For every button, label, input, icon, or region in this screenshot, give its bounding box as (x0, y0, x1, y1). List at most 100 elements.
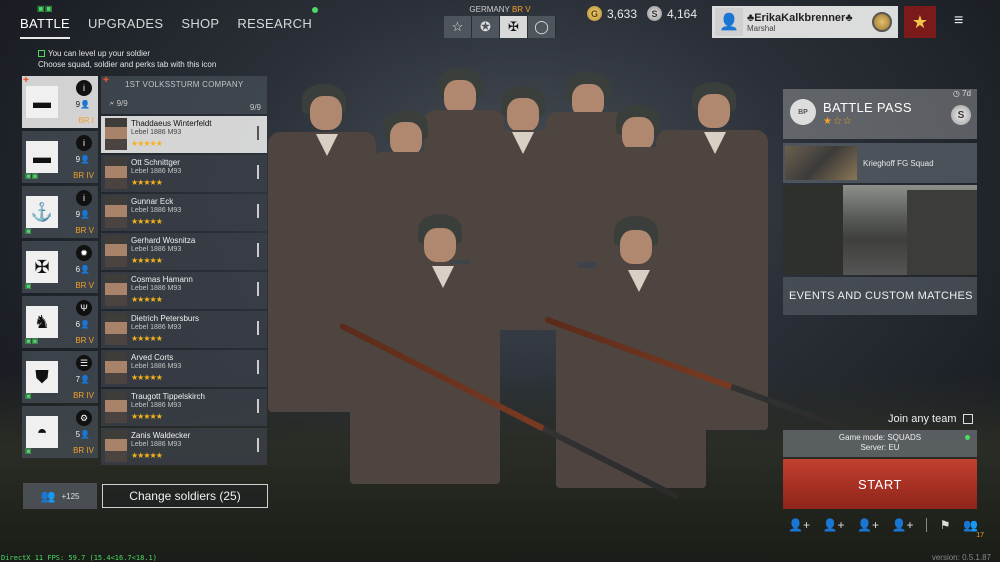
events-custom-matches-button[interactable]: EVENTS AND CUSTOM MATCHES (783, 277, 977, 315)
star-filled-icon[interactable]: ✪ (472, 16, 500, 38)
company-name: 1ST VOLKSSTURM COMPANY (125, 80, 244, 89)
game-mode-panel[interactable]: Game mode: SQUADS Server: EU (783, 430, 977, 457)
class-icon: ⚙ (76, 410, 92, 426)
squad-card[interactable]: ♞ Ψ 6👤 ▣▣ BR V (22, 296, 98, 348)
upgrade-icon: ▣▣ (25, 173, 39, 180)
reserve-button[interactable]: 👥 +125 (23, 483, 97, 509)
soldier-row[interactable]: Arved Corts Lebel 1886 M93 ★★★★★ (101, 350, 267, 387)
soldier-name: Zanis Waldecker (131, 431, 191, 440)
gold-currency[interactable]: G 3,633 (587, 6, 637, 21)
soldier-stars: ★★★★★ (131, 334, 163, 343)
soldier-weapon: Lebel 1886 M93 (131, 168, 182, 175)
tab-battle[interactable]: ▣▣ BATTLE (20, 4, 70, 39)
class-icon: i (76, 190, 92, 206)
soldier-name: Dietrich Petersburs (131, 314, 200, 323)
change-soldiers-button[interactable]: Change soldiers (25) (102, 484, 268, 508)
upgrade-square-icon (38, 50, 45, 57)
class-icon: i (76, 135, 92, 151)
battle-pass-timer: ◷ 7d (952, 89, 971, 98)
squad-count: 6👤 (75, 320, 90, 329)
silver-amount: 4,164 (667, 6, 698, 21)
soldier-portrait (105, 313, 127, 345)
soldier-row[interactable]: Traugott Tippelskirch Lebel 1886 M93 ★★★… (101, 389, 267, 426)
join-any-team[interactable]: Join any team (888, 413, 974, 425)
soldier-slot-icon (257, 165, 259, 179)
squad-card[interactable]: ⛊ ☰ 7👤 ▣ BR IV (22, 351, 98, 403)
premium-star-icon: ✚ (23, 77, 29, 84)
tab-label: UPGRADES (87, 16, 164, 31)
add-friend-icon[interactable]: 👤+ (823, 518, 845, 532)
soldier-slot-icon (257, 321, 259, 335)
soldier-row[interactable]: Zanis Waldecker Lebel 1886 M93 ★★★★★ (101, 428, 267, 465)
soldier-row[interactable]: Thaddaeus Winterfeldt Lebel 1886 M93 ★★★… (101, 116, 267, 153)
squad-card[interactable]: ◓ ⚙ 5👤 ▣ BR IV (22, 406, 98, 458)
soldier-weapon: Lebel 1886 M93 (131, 207, 182, 214)
hamburger-menu-icon[interactable]: ≡ (954, 12, 963, 30)
soldier-name: Arved Corts (131, 353, 174, 362)
soldier-portrait (105, 352, 127, 384)
upgrade-icon: ▣ (25, 283, 32, 290)
infantry-flag-icon: ▬ (26, 86, 58, 118)
tab-research[interactable]: RESEARCH (237, 7, 319, 39)
flag-icon[interactable]: ⚑ (940, 518, 951, 532)
squad-card[interactable]: ✚ ▬ i 9👤 BR I (22, 76, 98, 128)
soldier-weapon: Lebel 1886 M93 (131, 324, 182, 331)
soldier-stars: ★★★★★ (131, 217, 163, 226)
upgrade-indicator-icon: ▣▣ (36, 4, 53, 13)
debug-fps: DirectX 11 FPS: 59.7 (15.4<16.7<18.1) (1, 554, 157, 562)
battle-pass-title: BATTLE PASS (823, 100, 912, 115)
battle-pass-card[interactable]: BP BATTLE PASS ★☆☆ ◷ 7d S (783, 89, 977, 139)
squad-count: 9👤 (75, 155, 90, 164)
balkenkreuz-icon[interactable]: ✠ (500, 16, 528, 38)
soldier-slot-icon (257, 204, 259, 218)
event-card[interactable]: Krieghoff FG Squad (783, 143, 977, 183)
soldier-row[interactable]: Gunnar Eck Lebel 1886 M93 ★★★★★ (101, 194, 267, 231)
join-checkbox[interactable] (963, 414, 974, 424)
add-friend-icon[interactable]: 👤+ (857, 518, 879, 532)
squad-br: BR IV (73, 171, 94, 180)
hint-line: Choose squad, soldier and perks tab with… (38, 60, 217, 69)
server: Server: EU (860, 443, 900, 452)
tab-upgrades[interactable]: UPGRADES (88, 10, 163, 39)
soldier-name: Ott Schnittger (131, 158, 180, 167)
soldier-name: Gunnar Eck (131, 197, 174, 206)
squad-br: BR V (75, 226, 94, 235)
add-friend-icon[interactable]: 👤+ (892, 518, 914, 532)
join-label: Join any team (888, 413, 957, 425)
soldier-row[interactable]: Cosmas Hamann Lebel 1886 M93 ★★★★★ (101, 272, 267, 309)
squad-card[interactable]: ✠ ✹ 6👤 ▣ BR V (22, 241, 98, 293)
star-outline-icon[interactable]: ☆ (444, 16, 472, 38)
circle-icon[interactable]: ◯ (528, 16, 556, 38)
add-friend-icon[interactable]: 👤+ (788, 518, 810, 532)
battle-pass-stars: ★☆☆ (823, 116, 853, 127)
squad-count: 9👤 (75, 210, 90, 219)
squad-card[interactable]: ▬ i 9👤 ▣▣ BR IV (22, 131, 98, 183)
soldier-stars: ★★★★★ (131, 412, 163, 421)
soldier-row[interactable]: Gerhard Wosnitza Lebel 1886 M93 ★★★★★ (101, 233, 267, 270)
nation-selector: GERMANY BR V ☆ ✪ ✠ ◯ (444, 5, 556, 38)
class-icon: ☰ (76, 355, 92, 371)
soldier-name: Thaddaeus Winterfeldt (131, 119, 212, 128)
squad-card[interactable]: ⚓ i 9👤 ▣ BR V (22, 186, 98, 238)
player-profile[interactable]: 👤 ♣ErikaKalkbrenner♣ Marshal (712, 6, 898, 38)
soldier-slot-icon (257, 399, 259, 413)
soldier-slot-icon (257, 438, 259, 452)
tab-label: BATTLE (20, 16, 70, 31)
squad-br: BR I (78, 116, 94, 125)
soldier-slot-icon (257, 282, 259, 296)
gold-coin-icon: G (587, 6, 602, 21)
squad-br: BR V (75, 281, 94, 290)
tab-shop[interactable]: SHOP (181, 10, 219, 39)
friends-icon[interactable]: 👥 17 (963, 518, 984, 539)
squad-count: 5👤 (75, 430, 90, 439)
soldier-portrait (105, 235, 127, 267)
soldier-stars: ★★★★★ (131, 256, 163, 265)
rank-star-icon[interactable]: ★ (904, 6, 936, 38)
event-title: Krieghoff FG Squad (863, 159, 934, 168)
helmet-icon: ◓ (26, 416, 58, 448)
start-button[interactable]: START (783, 459, 977, 509)
silver-currency[interactable]: S 4,164 (647, 6, 697, 21)
soldier-row[interactable]: Ott Schnittger Lebel 1886 M93 ★★★★★ (101, 155, 267, 192)
soldier-row[interactable]: Dietrich Petersburs Lebel 1886 M93 ★★★★★ (101, 311, 267, 348)
medal-icon (872, 12, 892, 32)
